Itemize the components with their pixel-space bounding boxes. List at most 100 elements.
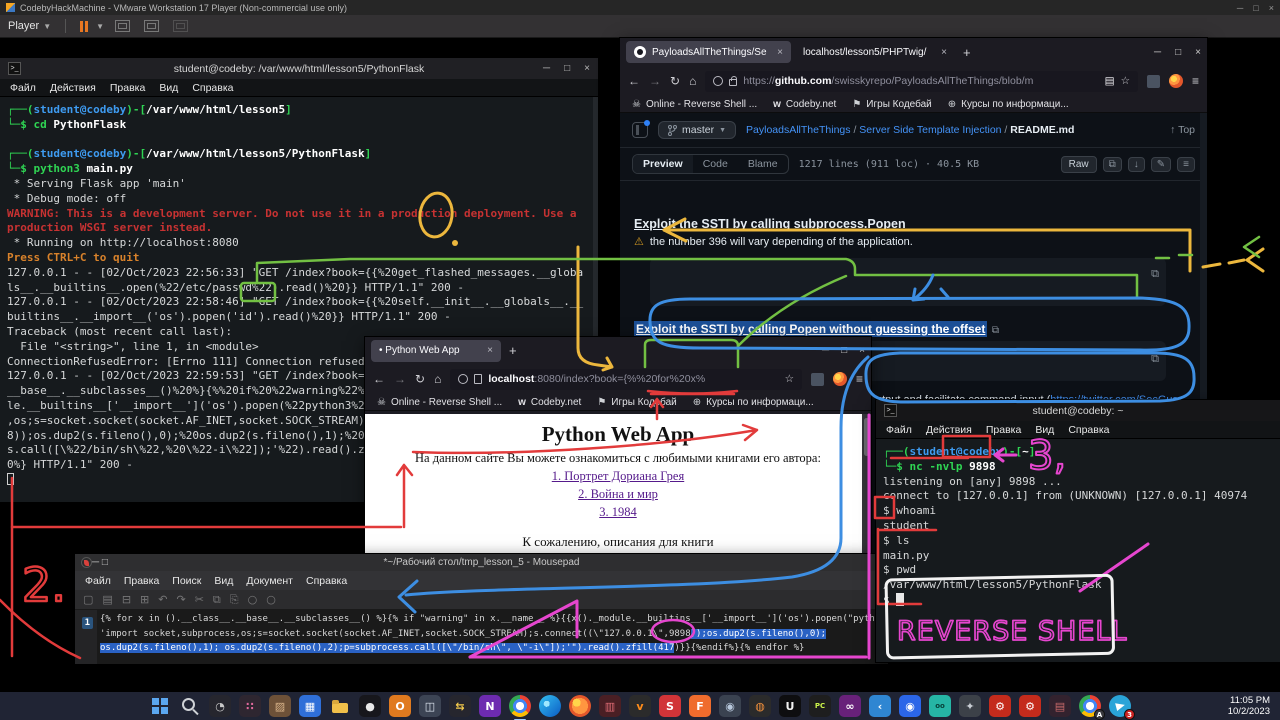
tracking-shield-icon[interactable]: [713, 76, 723, 86]
menu-search[interactable]: Поиск: [172, 575, 201, 587]
back-icon[interactable]: ←: [628, 74, 640, 88]
firefox-account-icon[interactable]: [1169, 74, 1183, 88]
outline-icon[interactable]: ≡: [1177, 157, 1195, 172]
firefox-icon[interactable]: [569, 695, 591, 717]
bookmark-reverse-shell[interactable]: ☠Online - Reverse Shell ...: [377, 397, 502, 408]
forward-icon[interactable]: →: [394, 372, 406, 386]
blender-icon[interactable]: ◍: [749, 695, 771, 717]
reader-mode-icon[interactable]: ▤: [1105, 75, 1115, 87]
maximize-button[interactable]: □: [1175, 47, 1181, 58]
close-button[interactable]: ×: [1195, 47, 1201, 58]
bookmark-star-icon[interactable]: ☆: [785, 373, 794, 385]
ublock-icon[interactable]: [1147, 75, 1160, 88]
tab-close-icon[interactable]: ×: [941, 47, 947, 58]
menu-help[interactable]: Справка: [1068, 424, 1109, 436]
menu-file[interactable]: Файл: [85, 575, 111, 587]
menu-actions[interactable]: Действия: [50, 82, 96, 94]
yellow-arrows-icon[interactable]: ⇆: [449, 695, 471, 717]
edge-icon[interactable]: [539, 695, 561, 717]
vmware-maximize-button[interactable]: □: [1253, 3, 1258, 13]
bookmark-codeby[interactable]: wCodeby.net: [773, 99, 836, 110]
back-icon[interactable]: ←: [373, 372, 385, 386]
menu-hamburger-icon[interactable]: ≡: [856, 372, 863, 386]
file-explorer-icon[interactable]: [329, 695, 351, 717]
teal-app-icon[interactable]: oo: [929, 695, 951, 717]
undo-icon[interactable]: ↶: [158, 589, 167, 611]
windows-search-button[interactable]: [179, 695, 201, 717]
menu-view[interactable]: Вид: [159, 82, 178, 94]
sidebar-toggle-icon[interactable]: [632, 122, 648, 138]
slack-icon[interactable]: ∷: [239, 695, 261, 717]
code-block-subprocess[interactable]: ⧉ {{''.__class__.mro()[1].__subclasses__…: [650, 258, 1166, 306]
onenote-icon[interactable]: N: [479, 695, 501, 717]
maps-icon[interactable]: ◉: [899, 695, 921, 717]
maximize-button[interactable]: □: [841, 345, 847, 356]
telegram-icon[interactable]: 3: [1109, 695, 1131, 717]
find-icon[interactable]: ○: [248, 589, 258, 611]
dark-app-icon[interactable]: ●: [359, 695, 381, 717]
reload-icon[interactable]: ↻: [415, 372, 425, 386]
calendar-icon[interactable]: ▦: [299, 695, 321, 717]
red-gear-2-icon[interactable]: ⚙: [1019, 695, 1041, 717]
heading-popen-offset[interactable]: Exploit the SSTI by calling Popen withou…: [634, 320, 999, 338]
copy-code-icon[interactable]: ⧉: [1151, 347, 1159, 371]
bookmark-codeby[interactable]: wCodeby.net: [518, 397, 581, 408]
close-button[interactable]: ×: [859, 345, 865, 356]
unreal-engine-icon[interactable]: U: [779, 695, 801, 717]
cinema4d-icon[interactable]: ◉: [719, 695, 741, 717]
book-link-3[interactable]: 3. 1984: [365, 505, 871, 520]
minimize-button[interactable]: ─: [543, 63, 550, 74]
media-app-icon[interactable]: ▤: [1049, 695, 1071, 717]
copy-raw-icon[interactable]: ⧉: [1103, 157, 1122, 172]
save-as-icon[interactable]: ⊞: [140, 589, 149, 611]
minimize-button[interactable]: ─: [822, 345, 829, 356]
mousepad-titlebar[interactable]: *~/Рабочий стол/tmp_lesson_5 - Mousepad …: [75, 554, 888, 571]
menu-help[interactable]: Справка: [192, 82, 233, 94]
carrot-app-icon[interactable]: v: [629, 695, 651, 717]
redo-icon[interactable]: ↷: [176, 589, 185, 611]
reload-icon[interactable]: ↻: [670, 74, 680, 88]
tab-python-web-app[interactable]: • Python Web App ×: [371, 340, 501, 362]
terminal-nc-titlebar[interactable]: >_ student@codeby: ~: [876, 400, 1280, 421]
windows-clock[interactable]: 11:05 PM 10/2/2023: [1228, 695, 1270, 718]
menu-view[interactable]: Вид: [214, 575, 233, 587]
red-gear-icon[interactable]: ⚙: [989, 695, 1011, 717]
minimize-button[interactable]: ─: [92, 557, 99, 568]
vscode-icon[interactable]: ‹: [869, 695, 891, 717]
photos-icon[interactable]: ▨: [269, 695, 291, 717]
bookmark-courses[interactable]: ⊕Курсы по информаци...: [948, 99, 1069, 110]
menu-file[interactable]: Файл: [10, 82, 36, 94]
pycharm-icon[interactable]: PC: [809, 695, 831, 717]
open-icon[interactable]: ▤: [102, 589, 112, 611]
player-menu[interactable]: Player: [8, 20, 39, 32]
branch-selector[interactable]: master ▼: [658, 121, 736, 139]
suspend-vm-button[interactable]: [80, 21, 88, 32]
tab-localhost-phptwig[interactable]: localhost/lesson5/PHPTwig/ ×: [795, 41, 955, 63]
copy-code-icon[interactable]: ⧉: [1151, 264, 1159, 283]
url-bar[interactable]: https://github.com/swisskyrepo/PayloadsA…: [705, 71, 1138, 92]
firefox-account-icon[interactable]: [833, 372, 847, 386]
mousepad-editor[interactable]: 1 {% for x in ().__class__.__base__.__su…: [75, 610, 888, 664]
tab-preview[interactable]: Preview: [633, 155, 693, 173]
menu-edit[interactable]: Правка: [110, 82, 145, 94]
tab-blame[interactable]: Blame: [738, 155, 788, 173]
menu-file[interactable]: Файл: [886, 424, 912, 436]
heading-subprocess-popen[interactable]: Exploit the SSTI by calling subprocess.P…: [634, 217, 906, 231]
maximize-button[interactable]: □: [102, 557, 108, 568]
forward-icon[interactable]: →: [649, 74, 661, 88]
anchor-link-icon[interactable]: ⧉: [992, 325, 999, 336]
bookmark-reverse-shell[interactable]: ☠Online - Reverse Shell ...: [632, 99, 757, 110]
tab-close-icon[interactable]: ×: [487, 345, 493, 356]
ctrl-alt-del-icon[interactable]: [115, 20, 130, 32]
book-link-2[interactable]: 2. Война и мир: [365, 487, 871, 502]
new-tab-button[interactable]: +: [509, 343, 517, 358]
orange-app-icon[interactable]: O: [389, 695, 411, 717]
bookmark-games[interactable]: ⚑Игры Кодебай: [852, 99, 931, 110]
terminal-flask-titlebar[interactable]: >_ student@codeby: /var/www/html/lesson5…: [0, 58, 598, 79]
tracking-shield-icon[interactable]: [458, 374, 468, 384]
terminal-nc-output[interactable]: ┌──(student@codeby)-[~]└─$ nc -nvlp 9898…: [876, 439, 1280, 662]
new-document-icon[interactable]: ▢: [83, 589, 93, 611]
copy-icon[interactable]: ⧉: [213, 589, 221, 611]
darkred-app-icon[interactable]: ▥: [599, 695, 621, 717]
download-icon[interactable]: ↓: [1128, 157, 1145, 172]
